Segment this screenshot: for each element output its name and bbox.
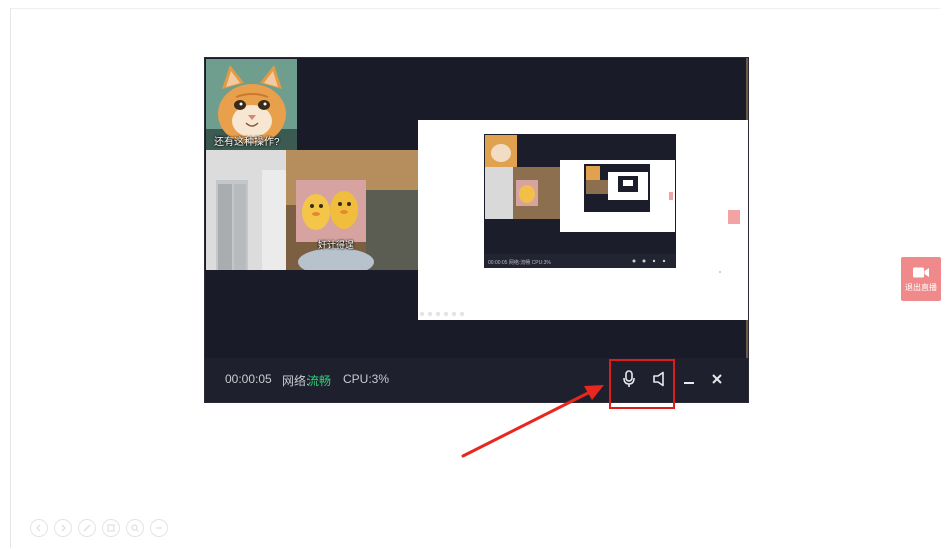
close-button[interactable] xyxy=(706,368,728,390)
network-status: 流畅 xyxy=(307,374,332,388)
network-label: 网络: xyxy=(282,374,310,388)
video-camera-icon xyxy=(913,267,929,277)
close-icon xyxy=(712,374,722,384)
camera-image xyxy=(206,150,421,270)
save-icon[interactable] xyxy=(102,519,120,537)
back-icon[interactable] xyxy=(30,519,48,537)
nested-preview: 00:00:05 网络:流畅 CPU:3% xyxy=(418,120,748,320)
nested-status-text: 00:00:05 网络:流畅 CPU:3% xyxy=(488,259,551,266)
minimize-icon xyxy=(684,382,694,384)
more-icon[interactable] xyxy=(150,519,168,537)
edit-icon[interactable] xyxy=(78,519,96,537)
annotation-highlight-box xyxy=(609,359,675,409)
exit-live-label: 退出直播 xyxy=(905,282,937,292)
forward-icon[interactable] xyxy=(54,519,72,537)
live-video-window: 还有这种操作? 奸计得逞 00:00:05 网络:流畅 CPU:3% 00:00… xyxy=(204,57,749,403)
zoom-icon[interactable] xyxy=(126,519,144,537)
minimize-button[interactable] xyxy=(678,368,700,390)
main-camera-tile[interactable]: 奸计得逞 xyxy=(206,150,421,270)
elapsed-timer: 00:00:05 xyxy=(225,372,272,386)
sticker-caption: 奸计得逞 xyxy=(317,240,354,250)
cat-caption: 还有这种操作? xyxy=(214,137,280,148)
exit-live-button[interactable]: 退出直播 xyxy=(901,257,941,301)
screen-share-view[interactable]: 00:00:05 网络:流畅 CPU:3% xyxy=(418,120,748,320)
cat-camera-tile[interactable]: 还有这种操作? xyxy=(206,59,297,150)
bottom-toolbar xyxy=(30,519,168,539)
cpu-usage: CPU:3% xyxy=(343,372,390,386)
